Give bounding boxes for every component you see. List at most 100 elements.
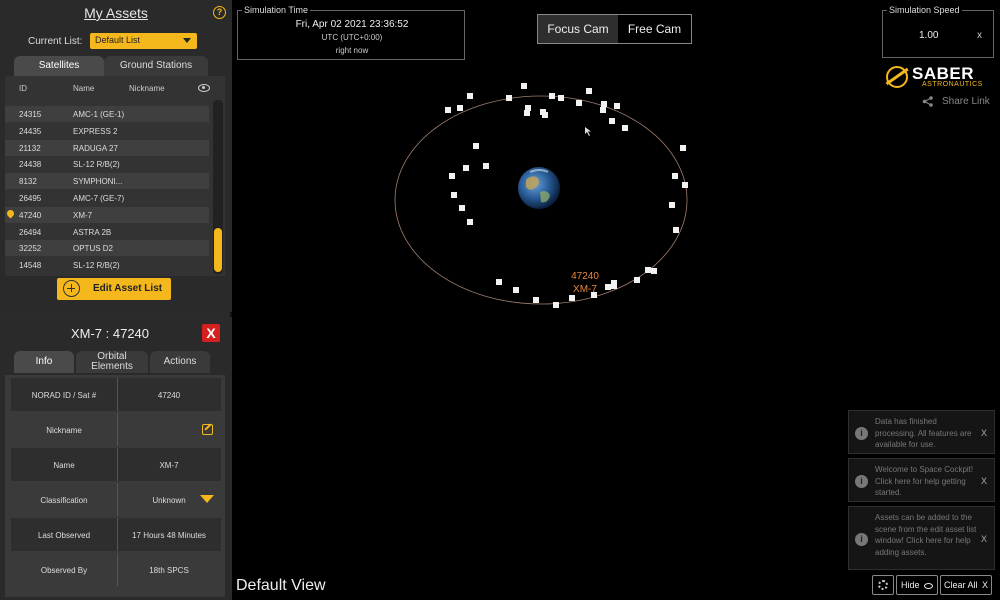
tab-satellites[interactable]: Satellites xyxy=(14,56,104,76)
saber-logo-mark-icon xyxy=(886,66,908,88)
satellite-marker[interactable] xyxy=(611,283,617,289)
satellite-marker[interactable] xyxy=(473,143,479,149)
satellite-marker[interactable] xyxy=(680,145,686,151)
satellite-marker[interactable] xyxy=(496,279,502,285)
scrollbar-thumb[interactable] xyxy=(214,228,222,272)
tab-ground-stations[interactable]: Ground Stations xyxy=(104,56,208,76)
row-name: AMC-1 (GE-1) xyxy=(73,110,125,119)
satellite-marker[interactable] xyxy=(467,93,473,99)
table-row[interactable]: 26494 ASTRA 2B xyxy=(5,223,209,240)
satellite-marker[interactable] xyxy=(672,173,678,179)
satellite-marker[interactable] xyxy=(513,287,519,293)
satellite-marker[interactable] xyxy=(614,103,620,109)
satellite-marker[interactable] xyxy=(600,107,606,113)
row-id: 21132 xyxy=(19,143,41,153)
focus-cam-button[interactable]: Focus Cam xyxy=(538,15,618,43)
table-row[interactable]: 24438 SL-12 R/B(2) xyxy=(5,156,209,173)
satellite-marker[interactable] xyxy=(682,182,688,188)
tab-orbital-elements[interactable]: Orbital Elements xyxy=(76,351,148,373)
satellite-marker[interactable] xyxy=(645,267,651,273)
current-list-dropdown[interactable]: Default List xyxy=(90,33,197,49)
clear-all-button[interactable]: Clear All X xyxy=(940,575,992,595)
row-name: OPTUS D2 xyxy=(73,244,114,254)
close-detail-button[interactable]: X xyxy=(202,324,220,342)
edit-icon[interactable] xyxy=(202,424,213,435)
help-icon[interactable]: ? xyxy=(213,6,226,19)
satellite-marker[interactable] xyxy=(609,118,615,124)
satellite-marker[interactable] xyxy=(483,163,489,169)
scene-view[interactable]: 47240 XM-7 Simulation Time Fri, Apr 02 2… xyxy=(234,0,1000,600)
row-name: SL-12 R/B(2) xyxy=(73,160,120,170)
row-id: 24315 xyxy=(19,110,42,119)
hide-button[interactable]: Hide xyxy=(896,575,938,595)
free-cam-button[interactable]: Free Cam xyxy=(618,15,691,43)
satellite-marker[interactable] xyxy=(459,205,465,211)
table-row[interactable]: 32252 OPTUS D2 xyxy=(5,240,209,257)
column-nickname[interactable]: Nickname xyxy=(129,84,165,93)
edit-asset-list-button[interactable]: Edit Asset List xyxy=(57,278,171,300)
satellite-marker[interactable] xyxy=(553,302,559,308)
column-id[interactable]: ID xyxy=(19,84,27,93)
info-key: Last Observed xyxy=(37,531,91,540)
eye-icon[interactable] xyxy=(198,84,210,92)
tab-info[interactable]: Info xyxy=(14,351,74,373)
satellite-marker[interactable] xyxy=(586,88,592,94)
satellite-marker[interactable] xyxy=(634,277,640,283)
current-list-label: Current List: xyxy=(28,36,83,47)
dismiss-notification-button[interactable]: X xyxy=(981,476,987,486)
satellite-marker[interactable] xyxy=(601,101,607,107)
clear-all-label: Clear All xyxy=(943,580,978,590)
simulation-speed-box[interactable]: Simulation Speed 1.00 x xyxy=(882,5,994,58)
notification-card[interactable]: i Data has finished processing. All feat… xyxy=(848,410,995,454)
satellite-marker[interactable] xyxy=(506,95,512,101)
table-row[interactable]: 21132 RADUGA 27 xyxy=(5,139,209,156)
info-row: Nickname xyxy=(11,413,221,446)
satellite-marker[interactable] xyxy=(463,165,469,171)
satellite-marker[interactable] xyxy=(569,295,575,301)
satellite-marker[interactable] xyxy=(542,112,548,118)
row-name: AMC-7 (GE-7) xyxy=(73,194,125,203)
row-name: RADUGA 27 xyxy=(73,143,118,153)
satellite-marker[interactable] xyxy=(651,268,657,274)
info-row: Last Observed 17 Hours 48 Minutes xyxy=(11,518,221,551)
satellite-marker[interactable] xyxy=(533,297,539,303)
satellite-marker[interactable] xyxy=(673,227,679,233)
earth-globe[interactable] xyxy=(518,167,560,209)
satellite-marker[interactable] xyxy=(457,105,463,111)
satellite-marker[interactable] xyxy=(521,83,527,89)
satellite-marker[interactable] xyxy=(605,284,611,290)
satellite-marker[interactable] xyxy=(669,202,675,208)
satellite-marker[interactable] xyxy=(449,173,455,179)
table-row[interactable]: 26495 AMC-7 (GE-7) xyxy=(5,190,209,206)
satellite-marker[interactable] xyxy=(467,219,473,225)
info-value: 18th SPCS xyxy=(149,566,189,575)
column-name[interactable]: Name xyxy=(73,84,94,93)
simulation-time-label: Simulation Time xyxy=(242,5,311,15)
simulation-speed-value[interactable]: 1.00 xyxy=(919,30,938,41)
satellite-marker[interactable] xyxy=(576,100,582,106)
tab-actions[interactable]: Actions xyxy=(150,351,210,373)
info-key: NORAD ID / Sat # xyxy=(31,391,97,400)
dismiss-notification-button[interactable]: X xyxy=(981,534,987,544)
simulation-time-box[interactable]: Simulation Time Fri, Apr 02 2021 23:36:5… xyxy=(237,5,465,60)
satellite-marker[interactable] xyxy=(525,105,531,111)
satellite-marker[interactable] xyxy=(549,93,555,99)
settings-button[interactable] xyxy=(872,575,894,595)
table-row[interactable]: 47240 XM-7 xyxy=(5,206,209,223)
satellite-marker[interactable] xyxy=(445,107,451,113)
table-row[interactable]: 24435 EXPRESS 2 xyxy=(5,122,209,139)
satellite-marker[interactable] xyxy=(451,192,457,198)
notification-card[interactable]: i Welcome to Space Cockpit! Click here f… xyxy=(848,458,995,502)
simulation-speed-label: Simulation Speed xyxy=(887,5,962,15)
satellite-marker[interactable] xyxy=(622,125,628,131)
share-icon xyxy=(922,96,933,107)
satellite-marker[interactable] xyxy=(558,95,564,101)
simulation-status: right now xyxy=(335,46,369,55)
table-row[interactable]: 14548 SL-12 R/B(2) xyxy=(5,257,209,274)
table-row[interactable]: 8132 SYMPHONI... xyxy=(5,173,209,190)
dismiss-notification-button[interactable]: X xyxy=(981,428,987,438)
chevron-down-icon[interactable] xyxy=(200,495,214,503)
table-row[interactable]: 24315 AMC-1 (GE-1) xyxy=(5,106,209,122)
notification-card[interactable]: i Assets can be added to the scene from … xyxy=(848,506,995,570)
reset-speed-button[interactable]: x xyxy=(977,30,982,41)
